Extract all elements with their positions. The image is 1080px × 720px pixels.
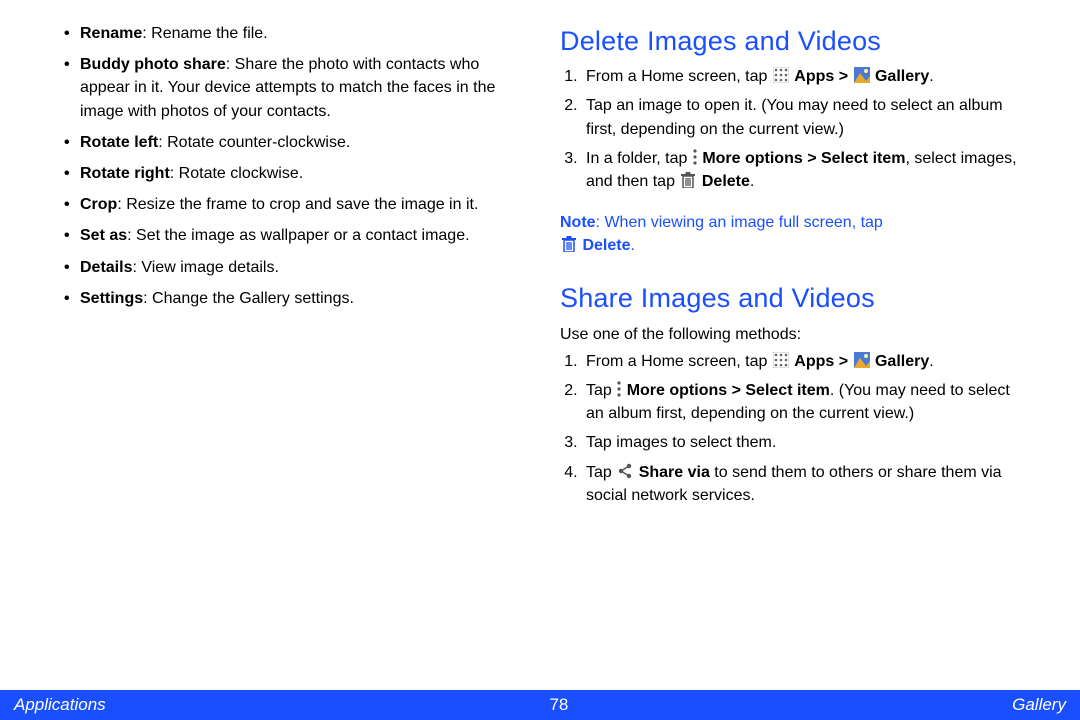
item-label: Set as	[80, 227, 127, 244]
text: In a folder, tap	[586, 150, 692, 167]
apps-icon	[773, 67, 789, 83]
heading-delete: Delete Images and Videos	[560, 22, 1030, 61]
item-desc: : Resize the frame to crop and save the …	[117, 196, 478, 213]
right-column: Delete Images and Videos From a Home scr…	[550, 22, 1040, 660]
list-item: Rotate left: Rotate counter-clockwise.	[60, 131, 526, 154]
content: Rename: Rename the file. Buddy photo sha…	[0, 0, 1080, 660]
list-item: Buddy photo share: Share the photo with …	[60, 53, 526, 123]
footer-right: Gallery	[1012, 695, 1066, 715]
more-label: More options > Select item	[627, 382, 830, 399]
item-desc: : Rename the file.	[142, 25, 267, 42]
share-via-label: Share via	[639, 464, 710, 481]
item-desc: : Set the image as wallpaper or a contac…	[127, 227, 469, 244]
item-label: Rotate left	[80, 134, 158, 151]
text: Tap an image to open it. (You may need t…	[586, 97, 1003, 137]
item-desc: : Rotate counter-clockwise.	[158, 134, 350, 151]
more-options-icon	[617, 381, 621, 397]
page: Rename: Rename the file. Buddy photo sha…	[0, 0, 1080, 720]
step: From a Home screen, tap Apps > Gallery.	[582, 65, 1030, 88]
footer-left: Applications	[14, 695, 106, 715]
list-item: Settings: Change the Gallery settings.	[60, 287, 526, 310]
apps-label: Apps >	[794, 353, 852, 370]
text: From a Home screen, tap	[586, 353, 772, 370]
share-intro: Use one of the following methods:	[560, 323, 1030, 346]
share-icon	[617, 463, 633, 479]
heading-share: Share Images and Videos	[560, 279, 1030, 318]
trash-icon	[680, 172, 696, 188]
more-label: More options > Select item	[702, 150, 905, 167]
step: From a Home screen, tap Apps > Gallery.	[582, 350, 1030, 373]
list-item: Details: View image details.	[60, 256, 526, 279]
note: Note: When viewing an image full screen,…	[560, 211, 1030, 257]
item-label: Rotate right	[80, 165, 170, 182]
item-label: Buddy photo share	[80, 56, 226, 73]
text: .	[929, 353, 933, 370]
text: Tap images to select them.	[586, 434, 776, 451]
item-label: Settings	[80, 290, 143, 307]
item-desc: : View image details.	[132, 259, 278, 276]
text: From a Home screen, tap	[586, 68, 772, 85]
note-label: Note	[560, 214, 596, 231]
gallery-icon	[854, 67, 870, 83]
step: Tap Share via to send them to others or …	[582, 461, 1030, 507]
step: In a folder, tap More options > Select i…	[582, 147, 1030, 193]
item-label: Crop	[80, 196, 117, 213]
step: Tap an image to open it. (You may need t…	[582, 94, 1030, 140]
text: .	[929, 68, 933, 85]
list-item: Set as: Set the image as wallpaper or a …	[60, 224, 526, 247]
delete-steps: From a Home screen, tap Apps > Gallery. …	[560, 65, 1030, 193]
left-column: Rename: Rename the file. Buddy photo sha…	[60, 22, 550, 660]
delete-label: Delete	[582, 237, 630, 254]
step: Tap More options > Select item. (You may…	[582, 379, 1030, 425]
apps-icon	[773, 352, 789, 368]
footer: Applications 78 Gallery	[0, 690, 1080, 720]
list-item: Rename: Rename the file.	[60, 22, 526, 45]
item-desc: : Rotate clockwise.	[170, 165, 303, 182]
apps-label: Apps >	[794, 68, 852, 85]
item-label: Rename	[80, 25, 142, 42]
text: Tap	[586, 464, 616, 481]
text: Tap	[586, 382, 616, 399]
gallery-icon	[854, 352, 870, 368]
share-steps: From a Home screen, tap Apps > Gallery. …	[560, 350, 1030, 507]
list-item: Crop: Resize the frame to crop and save …	[60, 193, 526, 216]
item-label: Details	[80, 259, 132, 276]
delete-label: Delete	[702, 173, 750, 190]
gallery-label: Gallery	[875, 353, 929, 370]
step: Tap images to select them.	[582, 431, 1030, 454]
list-item: Rotate right: Rotate clockwise.	[60, 162, 526, 185]
more-options-icon	[693, 149, 697, 165]
text: .	[750, 173, 754, 190]
page-number: 78	[549, 695, 568, 715]
item-desc: : Change the Gallery settings.	[143, 290, 354, 307]
option-list: Rename: Rename the file. Buddy photo sha…	[60, 22, 526, 310]
trash-icon	[561, 236, 577, 252]
text: .	[630, 237, 634, 254]
gallery-label: Gallery	[875, 68, 929, 85]
note-text: : When viewing an image full screen, tap	[596, 214, 883, 231]
